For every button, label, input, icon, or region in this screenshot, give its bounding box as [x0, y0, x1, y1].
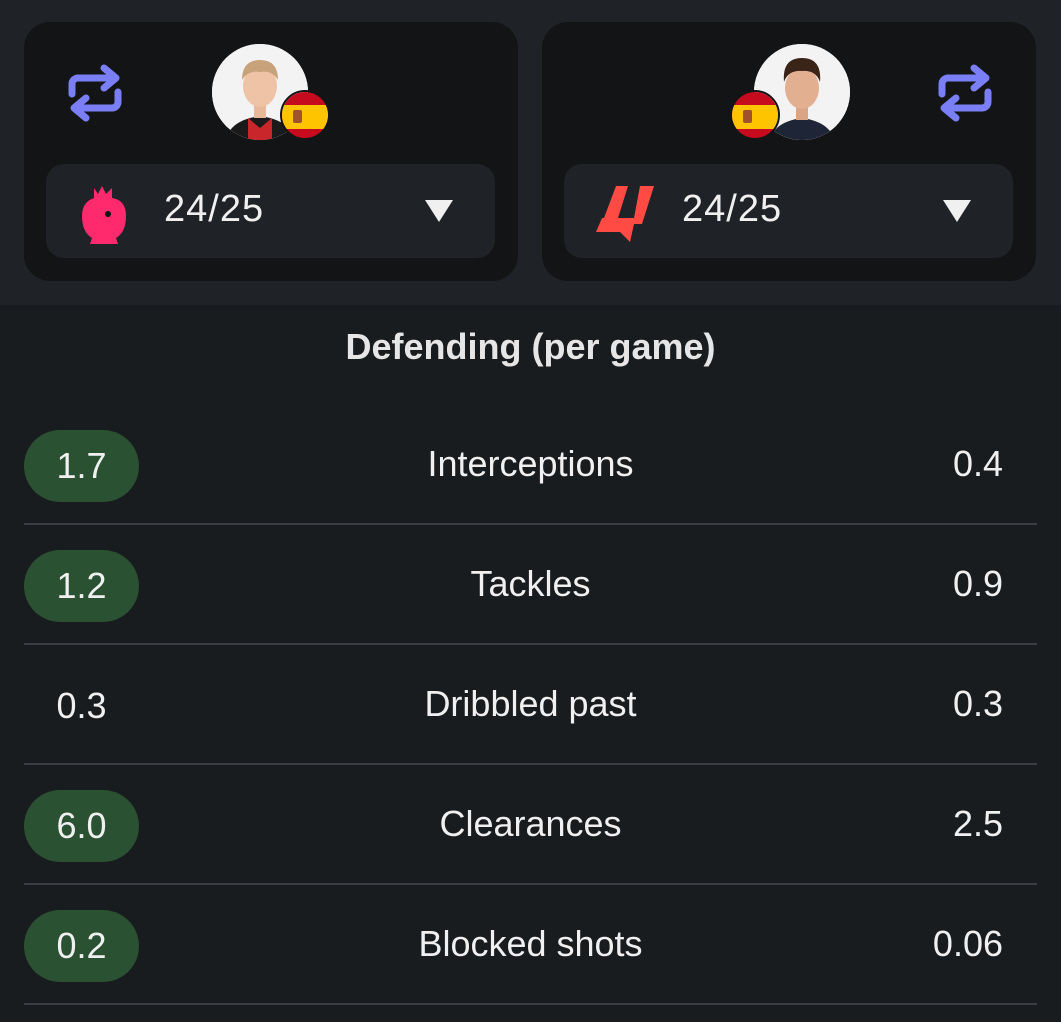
right-value: 0.06: [932, 923, 1003, 964]
season-label: 24/25: [682, 188, 783, 230]
season-label: 24/25: [164, 188, 265, 230]
stat-label: Dribbled past: [424, 683, 637, 724]
stat-row-dribbled-past: 0.3 Dribbled past 0.3: [24, 645, 1037, 765]
stat-label: Clearances: [439, 803, 622, 844]
section-title: Defending (per game): [345, 326, 716, 367]
stats-table: 1.7 Interceptions 0.4 1.2 Tackles 0.9 0.…: [24, 405, 1037, 1005]
stat-label: Blocked shots: [418, 923, 643, 964]
player-selector-area: 24/25 24/25: [0, 0, 1061, 305]
spain-flag-icon: [280, 90, 330, 140]
right-value: 2.5: [952, 803, 1003, 844]
caret-down-icon[interactable]: [943, 200, 971, 222]
right-value: 0.9: [952, 563, 1003, 604]
laliga-icon: [594, 184, 654, 242]
left-player-card: 24/25: [24, 22, 518, 281]
season-dropdown-left[interactable]: 24/25: [46, 164, 495, 258]
stat-label: Tackles: [470, 563, 591, 604]
stat-row-blocked-shots: 0.2 Blocked shots 0.06: [24, 885, 1037, 1005]
right-player-card: 24/25: [542, 22, 1036, 281]
right-value: 0.4: [952, 443, 1003, 484]
stat-row-clearances: 6.0 Clearances 2.5: [24, 765, 1037, 885]
swap-icon[interactable]: [64, 62, 126, 124]
season-dropdown-right[interactable]: 24/25: [564, 164, 1013, 258]
premier-league-lion-icon: [76, 184, 132, 244]
stat-label: Interceptions: [427, 443, 634, 484]
right-value: 0.3: [952, 683, 1003, 724]
swap-icon[interactable]: [934, 62, 996, 124]
caret-down-icon[interactable]: [425, 200, 453, 222]
stat-row-interceptions: 1.7 Interceptions 0.4: [24, 405, 1037, 525]
spain-flag-icon: [730, 90, 780, 140]
stat-row-tackles: 1.2 Tackles 0.9: [24, 525, 1037, 645]
